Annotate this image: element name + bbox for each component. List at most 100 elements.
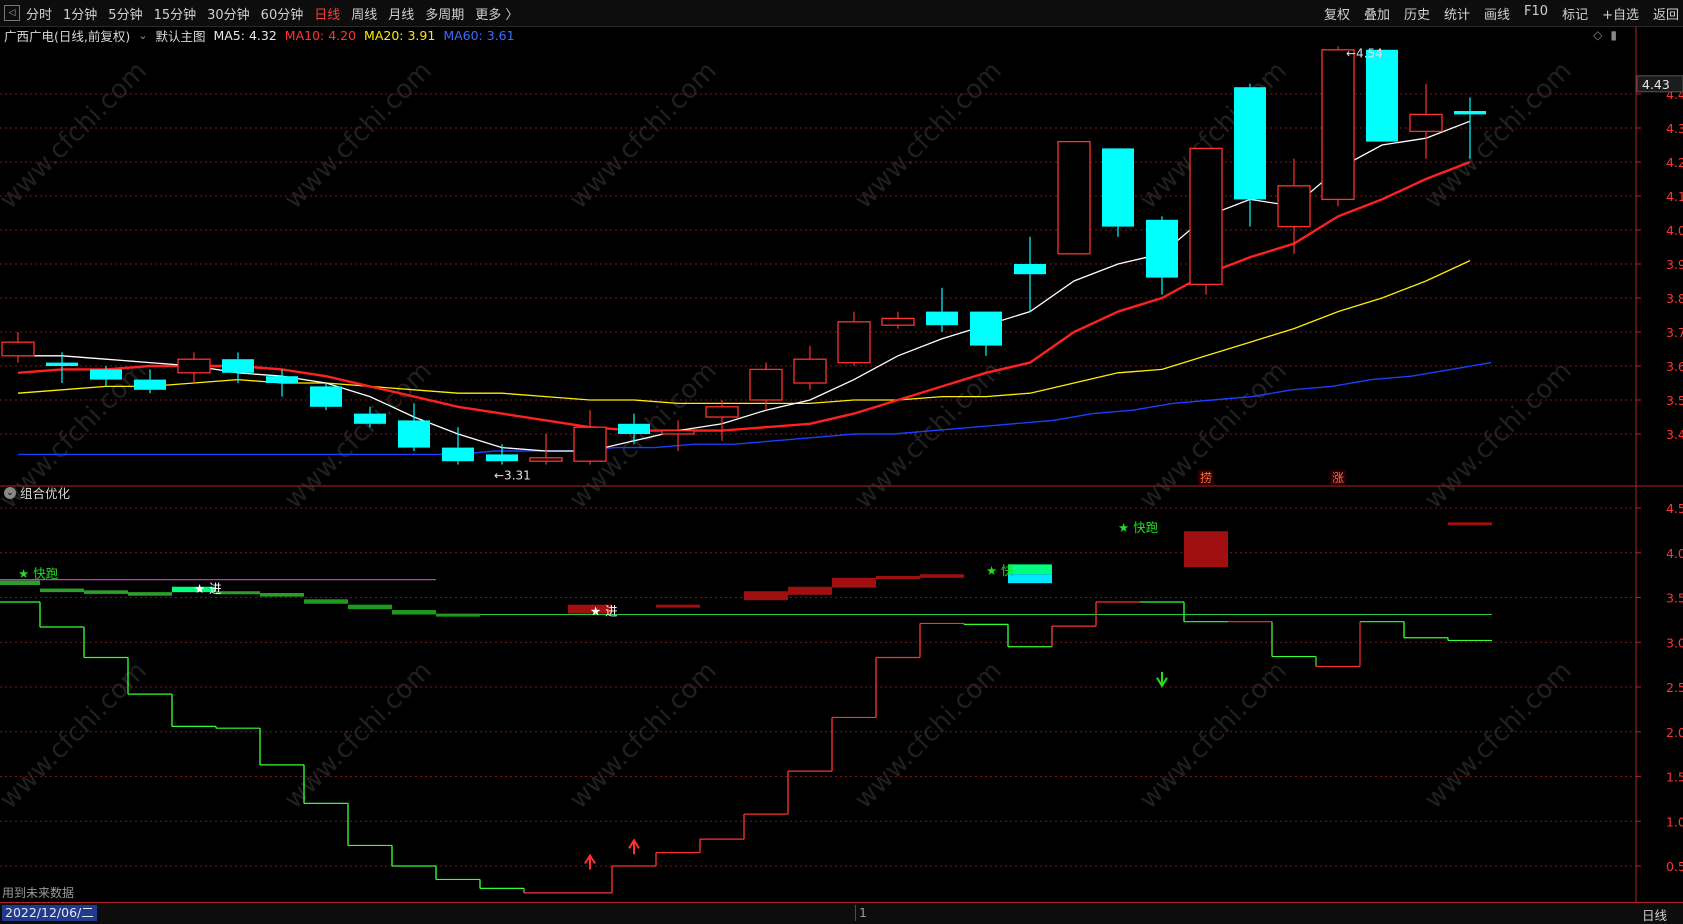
timeframe-tab[interactable]: 分时 <box>26 4 52 23</box>
indicator-menu-icon[interactable]: ⌄ <box>4 486 16 499</box>
candle-body <box>705 406 739 418</box>
timeframe-tab[interactable]: 5分钟 <box>108 4 142 23</box>
tool-button[interactable]: 统计 <box>1444 4 1470 23</box>
candle-body <box>970 311 1002 346</box>
watermark-text: www.cfchi.com <box>849 356 1008 515</box>
highlight-box <box>1008 564 1052 575</box>
candle-body <box>310 386 342 407</box>
signal-bar <box>744 591 788 601</box>
candle-down <box>1366 49 1398 142</box>
candle-body <box>398 420 430 448</box>
timeframe-tab[interactable]: 月线 <box>388 4 414 23</box>
candle-body <box>1014 264 1046 275</box>
watermark-text: www.cfchi.com <box>1419 56 1578 215</box>
candle-up <box>177 352 211 383</box>
candle-body <box>134 379 166 390</box>
ind-tick-label: 4.00 <box>1666 546 1683 561</box>
watermark-text: www.cfchi.com <box>279 56 438 215</box>
low-price-annotation: ←3.31 <box>494 469 531 483</box>
tool-button[interactable]: 历史 <box>1404 4 1430 23</box>
main-chart-select[interactable]: 默认主图 <box>155 26 205 45</box>
timeframe-tab[interactable]: 更多 〉 <box>475 4 518 23</box>
timeframe-tab[interactable]: 15分钟 <box>154 4 197 23</box>
candle-up <box>1409 83 1443 159</box>
watermark-text: www.cfchi.com <box>0 56 153 215</box>
tool-button[interactable]: 画线 <box>1484 4 1510 23</box>
future-data-note: 用到未来数据 <box>2 886 75 900</box>
tool-button[interactable]: +自选 <box>1602 4 1639 23</box>
candle-body <box>1277 185 1311 228</box>
signal-label: ★ 进 <box>590 603 618 618</box>
main-tick-label: 4.00 <box>1666 223 1683 238</box>
timeframe-tab[interactable]: 30分钟 <box>207 4 250 23</box>
tool-button[interactable]: 标记 <box>1562 4 1588 23</box>
indicator-label[interactable]: ⌄ 组合优化 <box>4 483 70 502</box>
diamond-icon[interactable]: ◇ <box>1593 28 1602 42</box>
signal-bar <box>656 604 700 608</box>
watermark-text: www.cfchi.com <box>279 656 438 815</box>
signal-tag: 涨 <box>1332 470 1344 485</box>
signal-bar <box>832 577 876 588</box>
timeframe-tabs: 分时 1分钟 5分钟 15分钟 30分钟 60分钟 日线 周线 月线 多周期 更多 〉 <box>26 4 518 23</box>
up-arrow-icon <box>628 838 640 855</box>
period-label[interactable]: 日线 <box>1642 905 1667 924</box>
candle-body <box>1366 49 1398 142</box>
highlight-box <box>1008 574 1052 584</box>
candle-body <box>618 423 650 434</box>
signal-bar <box>0 580 40 585</box>
chart-info-line: 广西广电(日线,前复权) ⌄ 默认主图 MA5: 4.32 MA10: 4.20… <box>4 26 515 44</box>
watermark-text: www.cfchi.com <box>1419 356 1578 515</box>
main-tick-label: 4.10 <box>1666 189 1683 204</box>
chevron-down-icon[interactable]: ⌄ <box>138 29 147 42</box>
candle-body <box>573 426 607 462</box>
candle-down <box>266 369 298 397</box>
candle-up <box>837 311 871 366</box>
candle-down <box>926 287 958 332</box>
timeframe-tab[interactable]: 周线 <box>351 4 377 23</box>
signal-bar <box>84 590 128 594</box>
stock-title[interactable]: 广西广电(日线,前复权) <box>4 26 130 45</box>
chart-corner-icons: ◇ ▮ <box>1593 28 1617 42</box>
candle-up <box>1277 158 1311 254</box>
watermark-text: www.cfchi.com <box>849 56 1008 215</box>
main-tick-label: 3.40 <box>1666 427 1683 442</box>
main-tick-label: 3.60 <box>1666 359 1683 374</box>
signal-bar <box>260 593 304 597</box>
chart-canvas[interactable]: www.cfchi.com www.cfchi.com www.cfchi.com w… <box>0 0 1683 923</box>
tool-button[interactable]: 复权 <box>1324 4 1350 23</box>
watermark-text: www.cfchi.com <box>564 656 723 815</box>
watermark-text: www.cfchi.com <box>0 656 153 815</box>
signal-bar <box>436 613 480 617</box>
scroll-icon[interactable]: ▮ <box>1610 28 1617 42</box>
signal-bar <box>128 592 172 596</box>
timeframe-tab[interactable]: 1分钟 <box>63 4 97 23</box>
candle-body <box>1189 147 1223 286</box>
up-arrow-icon <box>584 853 596 870</box>
tool-button[interactable]: 返回 <box>1653 4 1679 23</box>
watermark-text: www.cfchi.com <box>849 656 1008 815</box>
high-price-annotation: ←4.54 <box>1346 46 1383 60</box>
watermark-text: www.cfchi.com <box>1419 656 1578 815</box>
candle-down <box>1102 148 1134 237</box>
back-icon[interactable]: ◁ <box>4 5 20 21</box>
tool-button[interactable]: F10 <box>1524 4 1548 23</box>
bottom-bar: 2022/12/06/二 1 日线 <box>0 902 1683 924</box>
candle-down <box>222 352 254 383</box>
candle-down <box>1014 236 1046 312</box>
signal-bar <box>304 599 348 604</box>
candle-down <box>1146 216 1178 295</box>
candle-body <box>529 457 563 462</box>
cursor-date: 2022/12/06/二 <box>2 905 97 921</box>
candle-up <box>1 332 35 363</box>
candle-down <box>970 311 1002 356</box>
timeframe-tab[interactable]: 日线 <box>314 4 340 23</box>
candle-down <box>442 427 474 465</box>
ind-tick-label: 2.50 <box>1666 680 1683 695</box>
timeframe-tab[interactable]: 60分钟 <box>261 4 304 23</box>
candle-body <box>266 376 298 383</box>
top-toolbar: ◁ 分时 1分钟 5分钟 15分钟 30分钟 60分钟 日线 周线 月线 多周期 更多 〉 复权 叠加… <box>0 0 1683 27</box>
timeframe-tab[interactable]: 多周期 <box>425 4 464 23</box>
main-tick-label: 3.90 <box>1666 257 1683 272</box>
tool-button[interactable]: 叠加 <box>1364 4 1390 23</box>
signal-tag: 捞 <box>1200 471 1212 485</box>
